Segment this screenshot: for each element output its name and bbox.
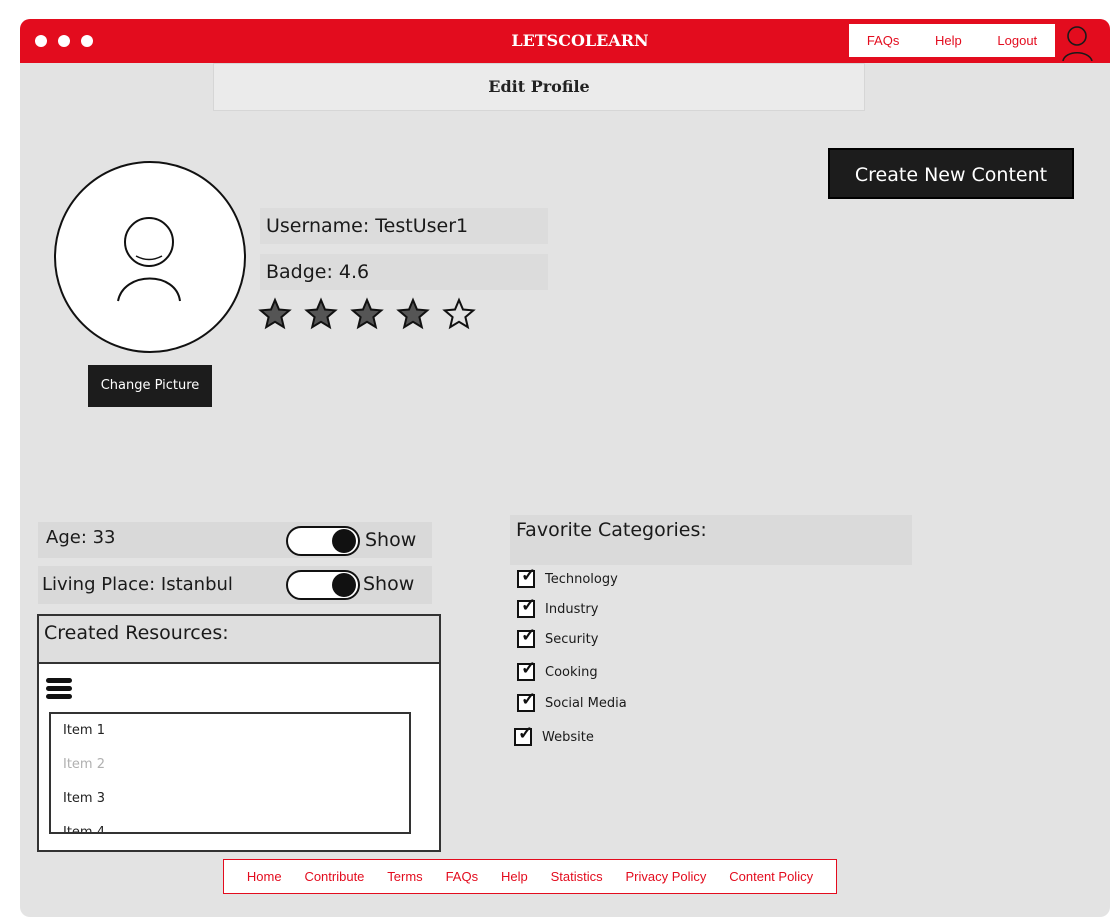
resources-list[interactable]: Item 1 Item 2 Item 3 Item 4 (49, 712, 411, 834)
toggle-knob (332, 529, 356, 553)
change-picture-button[interactable]: Change Picture (88, 365, 212, 407)
footer-nav: Home Contribute Terms FAQs Help Statisti… (223, 859, 837, 894)
app-brand: LETSCOLEARN (511, 31, 649, 50)
checkbox-icon: ✓ (517, 626, 536, 648)
top-bar: LETSCOLEARN FAQs Help Logout (20, 19, 1110, 63)
window-dot-icon (35, 35, 47, 47)
footer-contribute-link[interactable]: Contribute (304, 869, 364, 884)
category-security-checkbox[interactable]: ✓ Security (517, 626, 599, 648)
category-industry-checkbox[interactable]: ✓ Industry (517, 596, 599, 618)
profile-avatar (54, 161, 246, 353)
created-resources-panel: Created Resources: Item 1 Item 2 Item 3 … (37, 614, 441, 852)
nav-help-link[interactable]: Help (935, 33, 962, 48)
list-item[interactable]: Item 2 (51, 748, 409, 782)
star-filled-icon (350, 297, 384, 330)
badge-star-rating (258, 297, 476, 330)
living-place-show-label: Show (363, 573, 415, 595)
footer-faqs-link[interactable]: FAQs (446, 869, 479, 884)
category-label: Website (542, 729, 594, 745)
hamburger-menu-icon[interactable] (46, 678, 72, 700)
footer-privacy-policy-link[interactable]: Privacy Policy (625, 869, 706, 884)
list-item[interactable]: Item 1 (51, 714, 409, 748)
window-dot-icon (81, 35, 93, 47)
list-item[interactable]: Item 4 (51, 816, 409, 832)
category-label: Social Media (545, 695, 627, 711)
category-website-checkbox[interactable]: ✓ Website (514, 724, 594, 746)
category-cooking-checkbox[interactable]: ✓ Cooking (517, 659, 598, 681)
checkbox-icon: ✓ (517, 596, 536, 618)
create-new-content-button[interactable]: Create New Content (828, 148, 1074, 199)
category-label: Technology (545, 571, 618, 587)
footer-content-policy-link[interactable]: Content Policy (729, 869, 813, 884)
nav-faqs-link[interactable]: FAQs (867, 33, 900, 48)
footer-help-link[interactable]: Help (501, 869, 528, 884)
checkbox-icon: ✓ (517, 690, 536, 712)
category-label: Security (545, 631, 599, 647)
star-empty-icon (442, 297, 476, 330)
category-technology-checkbox[interactable]: ✓ Technology (517, 566, 618, 588)
living-place-label: Living Place: Istanbul (42, 574, 233, 595)
footer-statistics-link[interactable]: Statistics (551, 869, 603, 884)
page-title: Edit Profile (213, 63, 865, 111)
username-field: Username: TestUser1 (260, 208, 548, 244)
window-dot-icon (58, 35, 70, 47)
age-show-label: Show (365, 529, 417, 551)
category-label: Cooking (545, 664, 598, 680)
age-label: Age: 33 (46, 527, 116, 548)
top-nav: FAQs Help Logout (849, 24, 1055, 57)
checkbox-icon: ✓ (514, 724, 533, 746)
list-item[interactable]: Item 3 (51, 782, 409, 816)
created-resources-title: Created Resources: (39, 616, 439, 664)
living-place-show-toggle[interactable] (286, 570, 360, 600)
favorite-categories-title: Favorite Categories: (510, 515, 912, 565)
footer-home-link[interactable]: Home (247, 869, 282, 884)
star-filled-icon (304, 297, 338, 330)
star-filled-icon (396, 297, 430, 330)
user-account-icon[interactable] (1060, 23, 1096, 61)
checkbox-icon: ✓ (517, 659, 536, 681)
age-show-toggle[interactable] (286, 526, 360, 556)
category-social-media-checkbox[interactable]: ✓ Social Media (517, 690, 627, 712)
nav-logout-link[interactable]: Logout (997, 33, 1037, 48)
footer-terms-link[interactable]: Terms (387, 869, 422, 884)
star-filled-icon (258, 297, 292, 330)
toggle-knob (332, 573, 356, 597)
app-window: LETSCOLEARN FAQs Help Logout Edit Profil… (20, 19, 1110, 917)
category-label: Industry (545, 601, 599, 617)
badge-field: Badge: 4.6 (260, 254, 548, 290)
checkbox-icon: ✓ (517, 566, 536, 588)
